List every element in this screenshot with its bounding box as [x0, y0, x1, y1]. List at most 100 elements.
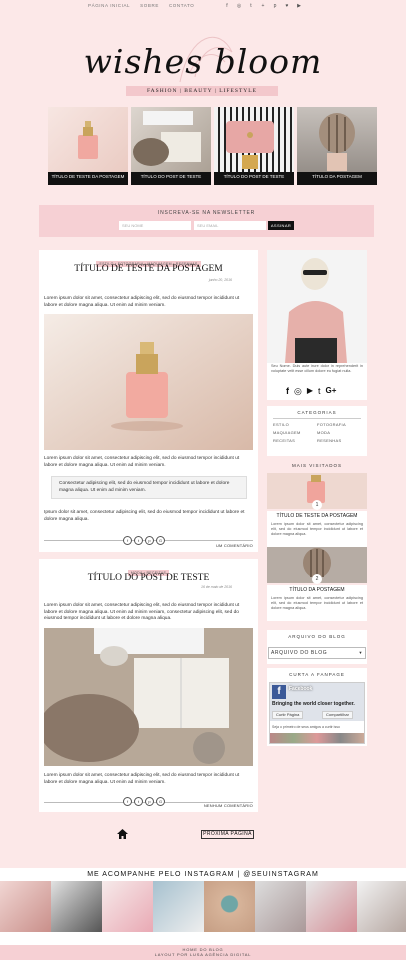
- top-social-icons: f ◎ t + p ♥ ▶: [224, 3, 302, 9]
- post-paragraph: Ipsum dolor sit amet, consectetur adipis…: [44, 510, 245, 522]
- post-share-buttons: f t p G: [123, 536, 165, 545]
- instagram-photo[interactable]: [51, 881, 102, 932]
- popular-rank: 2: [312, 574, 322, 584]
- newsletter-subscribe-button[interactable]: ASSINAR: [268, 221, 294, 230]
- featured-post-4[interactable]: TÍTULO DA POSTAGEM: [297, 107, 377, 185]
- facebook-page-box[interactable]: f Facebook Bringing the world closer tog…: [269, 682, 365, 744]
- facebook-icon[interactable]: f: [123, 536, 132, 545]
- about-widget: Seu Nome. Duis aute irure dolor in repre…: [267, 250, 367, 400]
- braided-hair-image: [319, 113, 355, 171]
- fb-photo-strip: [270, 733, 364, 743]
- category-list: ESTILO FOTOGRAFIA MAQUIAGEM MODA RECEITA…: [273, 422, 361, 443]
- popular-caption[interactable]: TÍTULO DE TESTE DA POSTAGEM: [267, 513, 367, 519]
- post-paragraph: Lorem ipsum dolor sit amet, consectetur …: [44, 773, 240, 785]
- fb-page-name[interactable]: Facebook: [289, 686, 312, 692]
- categories-widget: CATEGORIAS ESTILO FOTOGRAFIA MAQUIAGEM M…: [267, 406, 367, 456]
- instagram-photo[interactable]: [0, 881, 51, 932]
- twitter-icon[interactable]: t: [318, 386, 321, 397]
- archive-select-value: ARQUIVO DO BLOG: [271, 650, 328, 656]
- widget-title: CATEGORIAS: [297, 410, 337, 415]
- handbag-image: [226, 121, 274, 169]
- post-share-buttons: f t p G: [123, 797, 165, 806]
- category-link[interactable]: ESTILO: [273, 422, 317, 427]
- blog-logo[interactable]: wishes bloom: [0, 42, 406, 81]
- twitter-icon[interactable]: t: [248, 3, 254, 9]
- post-date: 16 de maio de 2016: [201, 585, 232, 589]
- category-link[interactable]: RECEITAS: [273, 438, 317, 443]
- nav-link-contact[interactable]: CONTATO: [169, 3, 194, 8]
- instagram-photo[interactable]: [357, 881, 406, 932]
- bloglovin-icon[interactable]: ♥: [284, 3, 290, 9]
- pinterest-icon[interactable]: p: [145, 536, 154, 545]
- pinterest-icon[interactable]: p: [145, 797, 154, 806]
- instagram-title[interactable]: ME ACOMPANHE PELO INSTAGRAM | @SEUINSTAG…: [0, 871, 406, 878]
- post-title[interactable]: TÍTULO DO POST DE TESTE: [39, 573, 258, 583]
- googleplus-icon[interactable]: G: [156, 797, 165, 806]
- widget-title: MAIS VISITADOS: [292, 463, 342, 468]
- fb-like-button[interactable]: Curtir Página: [272, 711, 304, 719]
- chevron-down-icon: ▼: [358, 650, 363, 655]
- top-navigation: PÁGINA INICIAL SOBRE CONTATO f ◎ t + p ♥…: [0, 0, 406, 13]
- instagram-photo[interactable]: [204, 881, 255, 932]
- twitter-icon[interactable]: t: [134, 536, 143, 545]
- facebook-icon[interactable]: f: [224, 3, 230, 9]
- popular-caption[interactable]: TÍTULO DA POSTAGEM: [267, 587, 367, 593]
- category-link[interactable]: RESENHAS: [317, 438, 361, 443]
- post-title[interactable]: TÍTULO DE TESTE DA POSTAGEM: [39, 264, 258, 274]
- youtube-icon[interactable]: ▶: [296, 3, 302, 9]
- fb-friends-text: Seja o primeiro de seus amigos a curtir …: [270, 721, 364, 733]
- instagram-photo[interactable]: [102, 881, 153, 932]
- instagram-photo[interactable]: [153, 881, 204, 932]
- fb-tagline: Bringing the world closer together.: [272, 701, 355, 707]
- featured-post-3[interactable]: TÍTULO DO POST DE TESTE: [214, 107, 294, 185]
- instagram-photo[interactable]: [306, 881, 357, 932]
- sidebar-social-icons: f ◎ ▶ t G+: [286, 386, 336, 397]
- featured-post-2[interactable]: TÍTULO DO POST DE TESTE: [131, 107, 211, 185]
- footer-credit: LAYOUT POR LUSA AGÊNCIA DIGITAL: [154, 952, 252, 957]
- category-link[interactable]: FOTOGRAFIA: [317, 422, 361, 427]
- googleplus-icon[interactable]: G: [156, 536, 165, 545]
- home-icon[interactable]: [117, 829, 128, 839]
- newsletter-name-input[interactable]: SEU NOME: [119, 221, 191, 230]
- about-text: Seu Nome. Duis aute irure dolor in repre…: [271, 364, 363, 373]
- instagram-icon[interactable]: ◎: [236, 3, 242, 9]
- post-paragraph: Lorem ipsum dolor sit amet, consectetur …: [44, 603, 240, 622]
- archive-widget: ARQUIVO DO BLOG ARQUIVO DO BLOG ▼: [267, 630, 367, 664]
- category-link[interactable]: MAQUIAGEM: [273, 430, 317, 435]
- featured-caption: TÍTULO DO POST DE TESTE: [214, 172, 294, 185]
- googleplus-icon[interactable]: G+: [326, 386, 337, 397]
- category-link[interactable]: MODA: [317, 430, 361, 435]
- post-comments-link[interactable]: NENHUM COMENTÁRIO: [204, 803, 253, 808]
- perfume-image: [78, 121, 98, 159]
- popular-posts-widget: MAIS VISITADOS 1 TÍTULO DE TESTE DA POST…: [267, 460, 367, 624]
- newsletter-title: INSCREVA-SE NA NEWSLETTER: [157, 210, 256, 216]
- blog-tagline: FASHION | BEAUTY | LIFESTYLE: [126, 86, 278, 96]
- next-page-button[interactable]: PRÓXIMA PÁGINA: [201, 830, 254, 839]
- perfume-post-image: [44, 314, 253, 450]
- twitter-icon[interactable]: t: [134, 797, 143, 806]
- popular-rank: 1: [312, 500, 322, 510]
- youtube-icon[interactable]: ▶: [307, 386, 313, 397]
- popular-excerpt: Lorem ipsum dolor sit amet, consectetur …: [271, 522, 363, 536]
- post-date: junho 20, 2016: [208, 278, 232, 282]
- widget-title: CURTA A FANPAGE: [289, 672, 345, 677]
- fb-share-button[interactable]: Compartilhar: [322, 711, 353, 719]
- post-comments-link[interactable]: UM COMENTÁRIO: [216, 543, 253, 548]
- facebook-icon[interactable]: f: [123, 797, 132, 806]
- nav-link-home[interactable]: PÁGINA INICIAL: [88, 3, 130, 8]
- featured-caption: TÍTULO DA POSTAGEM: [297, 172, 377, 185]
- notebook-knit-post-image: [44, 628, 253, 766]
- facebook-icon[interactable]: f: [286, 386, 289, 397]
- archive-select[interactable]: ARQUIVO DO BLOG ▼: [268, 647, 366, 659]
- instagram-photo[interactable]: [255, 881, 306, 932]
- nav-link-about[interactable]: SOBRE: [140, 3, 159, 8]
- instagram-icon[interactable]: ◎: [294, 386, 302, 397]
- googleplus-icon[interactable]: +: [260, 3, 266, 9]
- author-photo: [267, 250, 367, 363]
- desk-notebook-image: [133, 111, 201, 166]
- pinterest-icon[interactable]: p: [272, 3, 278, 9]
- post-card-1: ESTILO • FOTOGRAFIA • MAQUIAGEM • RESENH…: [39, 250, 258, 552]
- featured-post-1[interactable]: TÍTULO DE TESTE DA POSTAGEM: [48, 107, 128, 185]
- post-paragraph: Lorem ipsum dolor sit amet, consectetur …: [44, 296, 240, 308]
- newsletter-email-input[interactable]: SEU EMAIL: [194, 221, 266, 230]
